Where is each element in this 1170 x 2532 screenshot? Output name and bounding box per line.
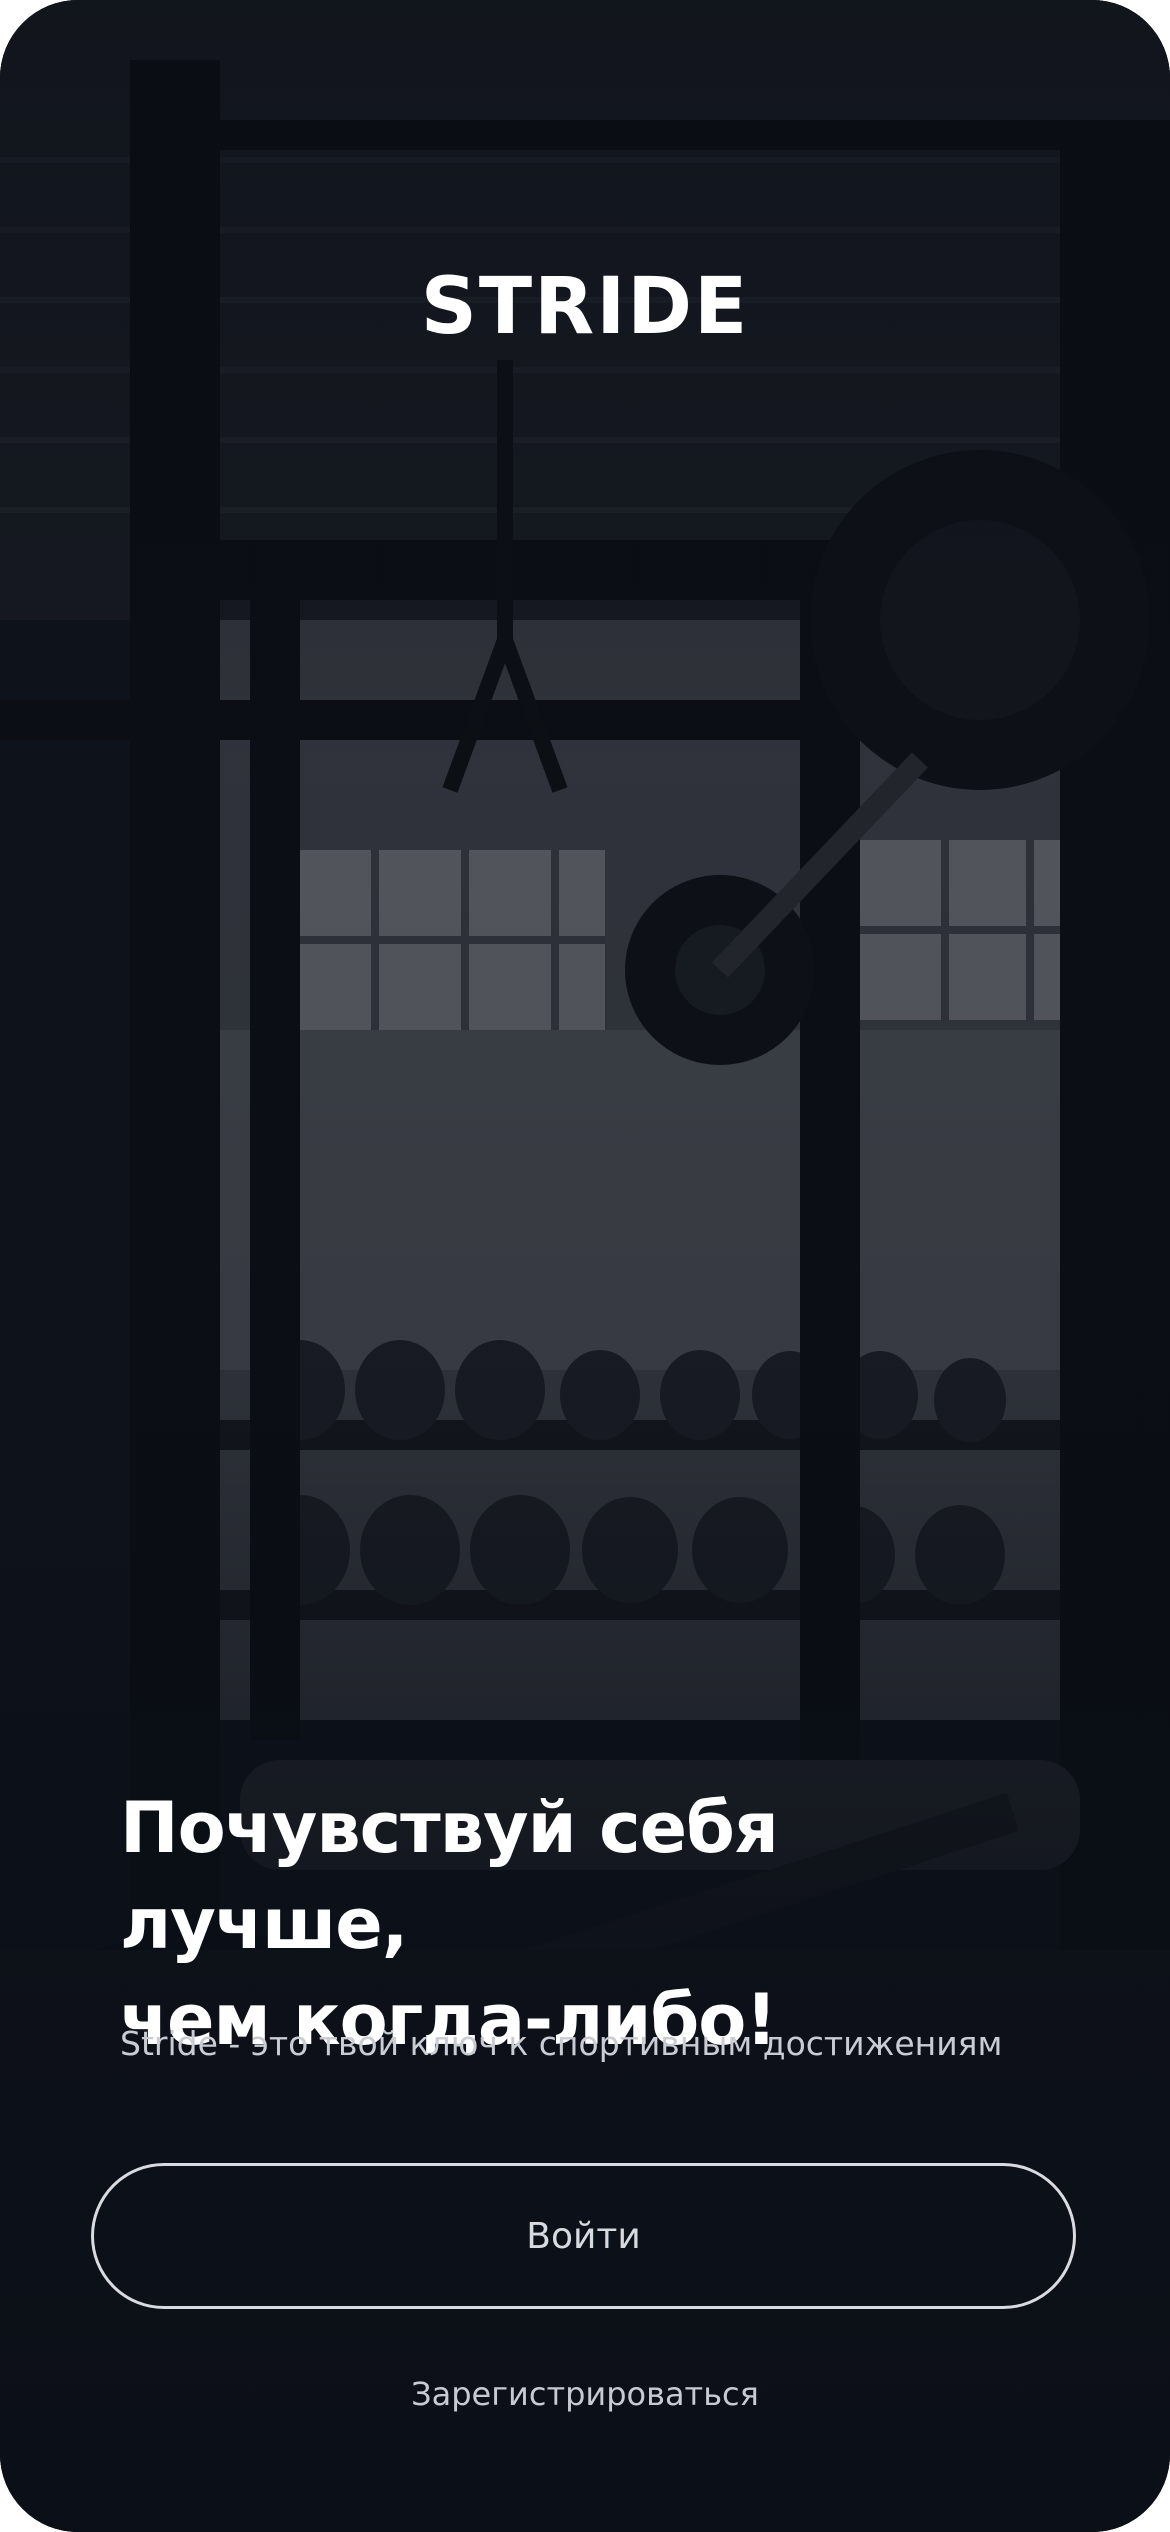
app-logo: STRIDE (420, 262, 750, 352)
hero-headline-line1: Почувствуй себя лучше, (120, 1787, 779, 1965)
register-link[interactable]: Зарегистрироваться (0, 2370, 1170, 2418)
login-button-label: Войти (526, 2215, 641, 2257)
welcome-screen: STRIDE Почувствуй себя лучше, чем когда-… (0, 0, 1170, 2532)
hero-subtitle: Stride - это твой ключ к спортивным дост… (120, 2024, 1003, 2063)
login-button[interactable]: Войти (91, 2163, 1076, 2309)
dark-overlay (0, 0, 1170, 2532)
